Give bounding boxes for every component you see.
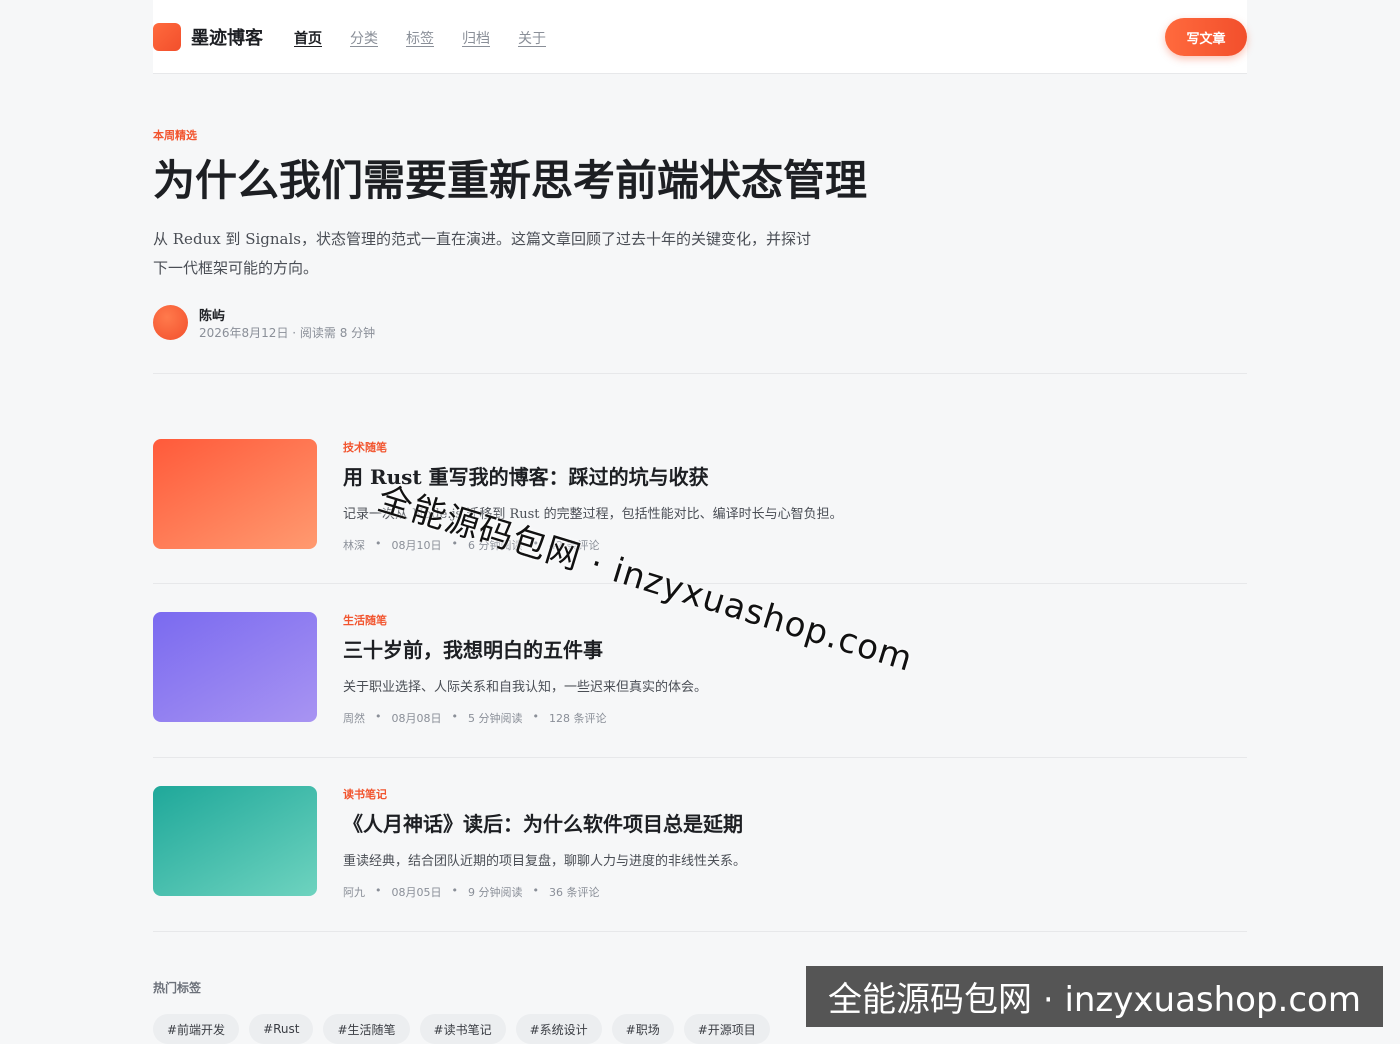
- post-item[interactable]: 技术随笔 用 Rust 重写我的博客：踩过的坑与收获 记录一次从 Node.js…: [153, 439, 1247, 552]
- nav-about[interactable]: 关于: [518, 28, 546, 48]
- featured-description-line: 从 Redux 到 Signals，状态管理的范式一直在演进。这篇文章回顾了过去…: [153, 230, 811, 248]
- tag-chip[interactable]: #职场: [611, 1014, 674, 1044]
- nav-home[interactable]: 首页: [294, 28, 322, 48]
- featured-title[interactable]: 为什么我们需要重新思考前端状态管理: [153, 153, 1247, 209]
- site-header: 墨迹博客 首页 分类 标签 归档 关于 写文章: [153, 0, 1247, 74]
- post-thumbnail[interactable]: [153, 786, 317, 896]
- nav-categories[interactable]: 分类: [350, 28, 378, 48]
- author-avatar[interactable]: [153, 305, 188, 340]
- post-meta: 周然 • 08月08日 • 5 分钟阅读 • 128 条评论: [343, 710, 607, 726]
- tag-chip[interactable]: #读书笔记: [419, 1014, 506, 1044]
- tag-chip[interactable]: #前端开发: [153, 1014, 240, 1044]
- main-nav: 首页 分类 标签 归档 关于: [294, 28, 546, 48]
- post-date: 08月10日: [391, 539, 442, 552]
- post-title[interactable]: 《人月神话》读后：为什么软件项目总是延期: [343, 808, 743, 837]
- post-author[interactable]: 林深: [343, 537, 365, 553]
- popular-tags-title: 热门标签: [153, 981, 202, 995]
- featured-meta: 2026年8月12日 · 阅读需 8 分钟: [199, 326, 376, 340]
- nav-archive[interactable]: 归档: [462, 28, 490, 48]
- tag-list: #前端开发 #Rust #生活随笔 #读书笔记 #系统设计 #职场 #开源项目: [153, 1014, 770, 1044]
- divider: [153, 373, 1247, 374]
- post-author[interactable]: 阿九: [343, 884, 365, 900]
- featured-label: 本周精选: [153, 129, 197, 142]
- post-thumbnail[interactable]: [153, 439, 317, 549]
- post-date: 08月05日: [391, 886, 442, 899]
- post-thumbnail[interactable]: [153, 612, 317, 722]
- featured-description: 从 Redux 到 Signals，状态管理的范式一直在演进。这篇文章回顾了过去…: [153, 225, 873, 283]
- write-article-button[interactable]: 写文章: [1165, 18, 1247, 56]
- post-read-time: 9 分钟阅读: [468, 886, 523, 899]
- post-comments[interactable]: 36 条评论: [549, 884, 600, 900]
- post-item[interactable]: 生活随笔 三十岁前，我想明白的五件事 关于职业选择、人际关系和自我认知，一些迟来…: [153, 612, 1247, 725]
- author-name[interactable]: 陈屿: [199, 305, 225, 324]
- post-date: 08月08日: [391, 712, 442, 725]
- post-title[interactable]: 三十岁前，我想明白的五件事: [343, 634, 603, 663]
- post-category[interactable]: 生活随笔: [343, 612, 387, 628]
- post-item[interactable]: 读书笔记 《人月神话》读后：为什么软件项目总是延期 重读经典，结合团队近期的项目…: [153, 786, 1247, 899]
- tag-chip[interactable]: #生活随笔: [323, 1014, 410, 1044]
- tag-chip[interactable]: #开源项目: [683, 1014, 770, 1044]
- post-meta: 阿九 • 08月05日 • 9 分钟阅读 • 36 条评论: [343, 884, 600, 900]
- nav-tags[interactable]: 标签: [406, 28, 434, 48]
- divider: [153, 931, 1247, 932]
- divider: [153, 757, 1247, 758]
- post-category[interactable]: 读书笔记: [343, 786, 387, 802]
- site-brand[interactable]: 墨迹博客: [191, 24, 263, 50]
- watermark-banner: 全能源码包网 · inzyxuashop.com: [806, 966, 1383, 1027]
- post-read-time: 5 分钟阅读: [468, 712, 523, 725]
- post-category[interactable]: 技术随笔: [343, 439, 387, 455]
- post-excerpt: 关于职业选择、人际关系和自我认知，一些迟来但真实的体会。: [343, 680, 708, 695]
- featured-description-line: 下一代框架可能的方向。: [153, 259, 319, 277]
- tag-chip[interactable]: #系统设计: [515, 1014, 602, 1044]
- post-excerpt: 重读经典，结合团队近期的项目复盘，聊聊人力与进度的非线性关系。: [343, 854, 747, 869]
- post-author[interactable]: 周然: [343, 710, 365, 726]
- tag-chip[interactable]: #Rust: [249, 1014, 314, 1044]
- post-comments[interactable]: 128 条评论: [549, 710, 607, 726]
- logo-icon[interactable]: [153, 23, 181, 51]
